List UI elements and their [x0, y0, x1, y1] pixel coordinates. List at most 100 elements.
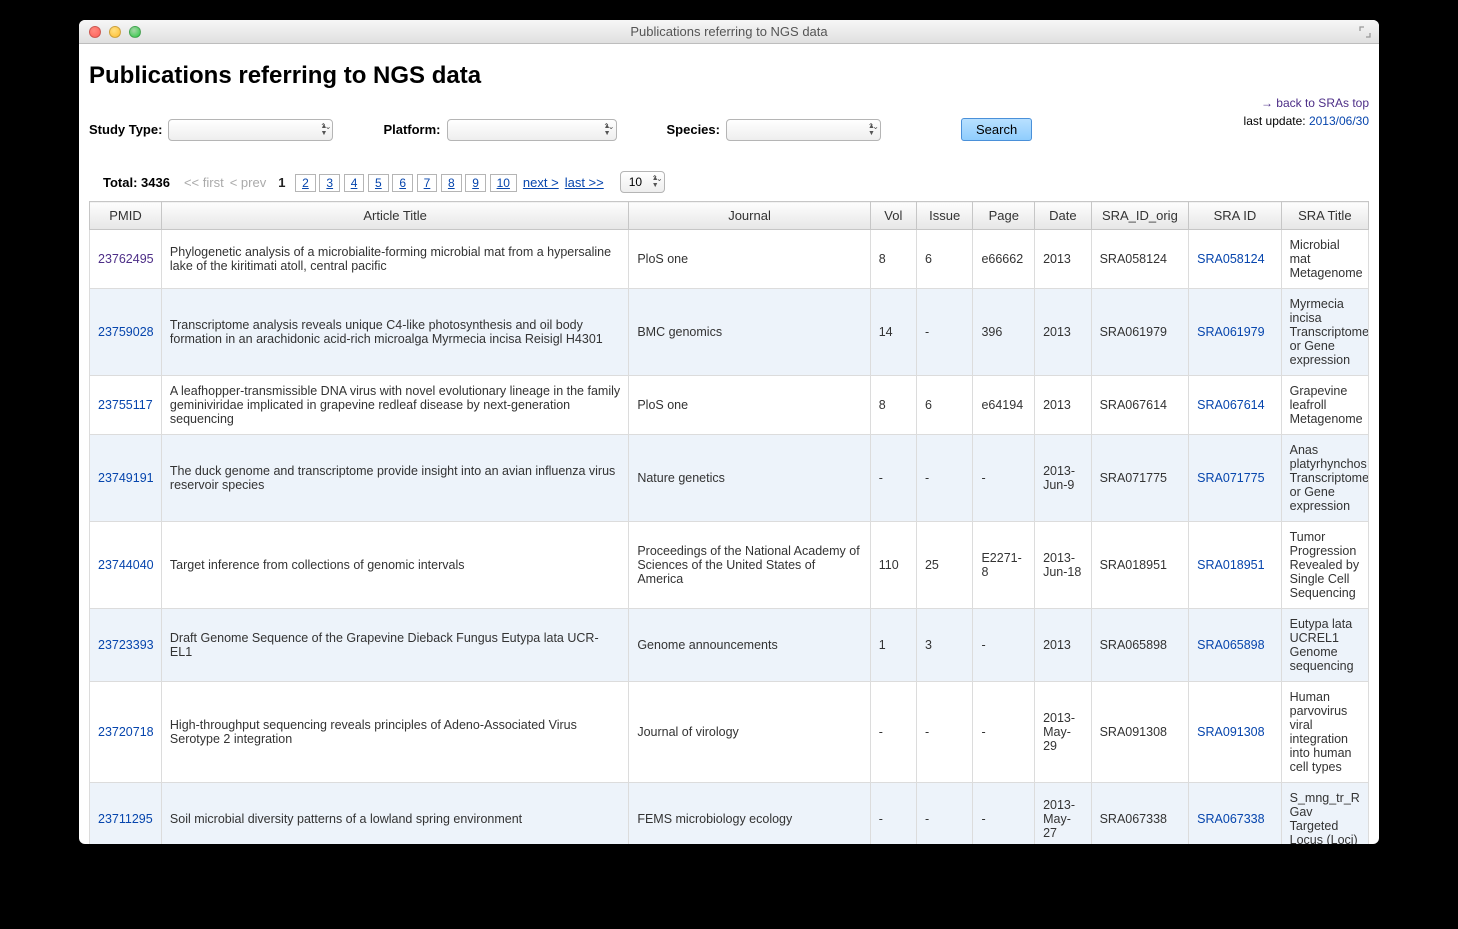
species-select[interactable] [726, 119, 881, 141]
table-row: 23759028 Transcriptome analysis reveals u… [90, 289, 1369, 376]
cell-page: - [973, 682, 1035, 783]
column-header[interactable]: PMID [90, 202, 162, 230]
pager-first: << first [184, 175, 224, 190]
pager-page-1: 1 [272, 174, 291, 191]
titlebar: Publications referring to NGS data [79, 20, 1379, 44]
cell-sra-title: S_mng_tr_R Gav Targeted Locus (Loci) [1281, 783, 1368, 845]
column-header[interactable]: SRA ID [1189, 202, 1281, 230]
minimize-window-button[interactable] [109, 26, 121, 38]
cell-title: Transcriptome analysis reveals unique C4… [161, 289, 628, 376]
zoom-window-button[interactable] [129, 26, 141, 38]
cell-pmid: 23711295 [90, 783, 162, 845]
cell-sra-title: Eutypa lata UCREL1 Genome sequencing [1281, 609, 1368, 682]
column-header[interactable]: Vol [870, 202, 916, 230]
column-header[interactable]: Date [1035, 202, 1092, 230]
study-type-filter: Study Type: ▲▼ [89, 119, 333, 141]
pager-page-3[interactable]: 3 [319, 174, 340, 192]
pmid-link[interactable]: 23749191 [98, 471, 154, 485]
pager-page-7[interactable]: 7 [417, 174, 438, 192]
pmid-link[interactable]: 23759028 [98, 325, 154, 339]
cell-page: - [973, 609, 1035, 682]
cell-issue: - [916, 783, 973, 845]
cell-journal: FEMS microbiology ecology [629, 783, 870, 845]
cell-sra-title: Human parvovirus viral integration into … [1281, 682, 1368, 783]
cell-sra-title: Tumor Progression Revealed by Single Cel… [1281, 522, 1368, 609]
cell-issue: 25 [916, 522, 973, 609]
pager-last[interactable]: last >> [565, 175, 604, 190]
pager-page-4[interactable]: 4 [344, 174, 365, 192]
pmid-link[interactable]: 23744040 [98, 558, 154, 572]
column-header[interactable]: SRA Title [1281, 202, 1368, 230]
cell-issue: - [916, 435, 973, 522]
column-header[interactable]: Issue [916, 202, 973, 230]
pager-next[interactable]: next > [523, 175, 559, 190]
pmid-link[interactable]: 23723393 [98, 638, 154, 652]
filter-row: Study Type: ▲▼ Platform: ▲▼ Species: ▲▼ … [89, 118, 1369, 141]
cell-sra-title: Myrmecia incisa Transcriptome or Gene ex… [1281, 289, 1368, 376]
column-header[interactable]: SRA_ID_orig [1091, 202, 1189, 230]
pager-page-2[interactable]: 2 [295, 174, 316, 192]
column-header[interactable]: Journal [629, 202, 870, 230]
study-type-select[interactable] [168, 119, 333, 141]
cell-page: - [973, 783, 1035, 845]
column-header[interactable]: Page [973, 202, 1035, 230]
cell-date: 2013 [1035, 609, 1092, 682]
table-row: 23711295Soil microbial diversity pattern… [90, 783, 1369, 845]
pager-page-6[interactable]: 6 [392, 174, 413, 192]
search-button[interactable]: Search [961, 118, 1032, 141]
close-window-button[interactable] [89, 26, 101, 38]
cell-pmid: 23762495 [90, 230, 162, 289]
pager-page-5[interactable]: 5 [368, 174, 389, 192]
platform-select[interactable] [447, 119, 617, 141]
sra-id-link[interactable]: SRA067614 [1197, 398, 1264, 412]
cell-vol: - [870, 783, 916, 845]
cell-issue: 3 [916, 609, 973, 682]
page-title: Publications referring to NGS data [89, 62, 1369, 90]
pmid-link[interactable]: 23762495 [98, 252, 154, 266]
pager-page-10[interactable]: 10 [490, 174, 517, 192]
cell-title: Phylogenetic analysis of a microbialite-… [161, 230, 628, 289]
cell-page: 396 [973, 289, 1035, 376]
total-and-pager: Total: 3436 << first < prev 1 2 3 4 5 6 … [103, 171, 1369, 193]
sra-id-link[interactable]: SRA071775 [1197, 471, 1264, 485]
per-page-select[interactable]: 10 [620, 171, 665, 193]
cell-sra-title: Anas platyrhynchos Transcriptome or Gene… [1281, 435, 1368, 522]
pager-page-9[interactable]: 9 [465, 174, 486, 192]
cell-journal: Journal of virology [629, 682, 870, 783]
species-label: Species: [667, 122, 720, 137]
cell-pmid: 23749191 [90, 435, 162, 522]
cell-issue: 6 [916, 230, 973, 289]
table-row: 23720718 High-throughput sequencing revea… [90, 682, 1369, 783]
sra-id-link[interactable]: SRA091308 [1197, 725, 1264, 739]
species-filter: Species: ▲▼ [667, 119, 881, 141]
cell-date: 2013 [1035, 289, 1092, 376]
table-row: 23755117A leafhopper-transmissible DNA v… [90, 376, 1369, 435]
cell-page: E2271-8 [973, 522, 1035, 609]
pager-page-8[interactable]: 8 [441, 174, 462, 192]
cell-journal: Proceedings of the National Academy of S… [629, 522, 870, 609]
pmid-link[interactable]: 23755117 [98, 398, 153, 412]
cell-date: 2013 [1035, 230, 1092, 289]
sra-id-link[interactable]: SRA061979 [1197, 325, 1264, 339]
pmid-link[interactable]: 23711295 [98, 812, 153, 826]
cell-title: Draft Genome Sequence of the Grapevine D… [161, 609, 628, 682]
sra-id-link[interactable]: SRA058124 [1197, 252, 1264, 266]
sra-id-link[interactable]: SRA067338 [1197, 812, 1264, 826]
sra-id-link[interactable]: SRA018951 [1197, 558, 1264, 572]
last-update-date: 2013/06/30 [1309, 114, 1369, 128]
cell-sra-id: SRA065898 [1189, 609, 1281, 682]
cell-pmid: 23759028 [90, 289, 162, 376]
table-header-row: PMIDArticle TitleJournalVolIssuePageDate… [90, 202, 1369, 230]
column-header[interactable]: Article Title [161, 202, 628, 230]
cell-vol: 8 [870, 230, 916, 289]
back-link[interactable]: → back to SRAs top [1261, 96, 1369, 110]
cell-title: High-throughput sequencing reveals princ… [161, 682, 628, 783]
sra-id-link[interactable]: SRA065898 [1197, 638, 1264, 652]
pmid-link[interactable]: 23720718 [98, 725, 154, 739]
cell-pmid: 23744040 [90, 522, 162, 609]
cell-sra-id: SRA067338 [1189, 783, 1281, 845]
cell-journal: Nature genetics [629, 435, 870, 522]
expand-window-icon[interactable] [1359, 26, 1371, 38]
publications-table: PMIDArticle TitleJournalVolIssuePageDate… [89, 201, 1369, 844]
cell-sra-orig: SRA071775 [1091, 435, 1189, 522]
